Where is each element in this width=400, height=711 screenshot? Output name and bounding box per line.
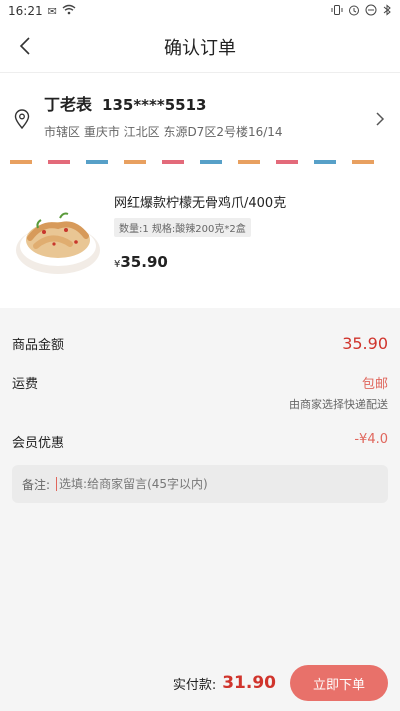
pay-amount: 31.90: [222, 673, 276, 693]
location-pin-icon: [14, 109, 30, 130]
product-spec: 数量:1 规格:酸辣200克*2盒: [114, 218, 251, 237]
address-stripe: [10, 160, 390, 164]
wifi-icon: [62, 4, 76, 18]
pay-label: 实付款:: [172, 677, 217, 693]
product-price: ¥35.90: [114, 253, 386, 271]
notification-icon: ✉: [47, 4, 57, 18]
address-stripe-wrap: [0, 160, 400, 184]
product-card[interactable]: 网红爆款柠檬无骨鸡爪/400克 数量:1 规格:酸辣200克*2盒 ¥35.90: [0, 184, 400, 308]
remark-input[interactable]: [59, 477, 378, 491]
bottom-bar: 实付款: 31.90 立即下单: [0, 655, 400, 711]
product-image: [14, 192, 102, 280]
shipping-label: 运费: [12, 377, 39, 392]
product-price-value: 35.90: [120, 253, 168, 271]
nav-bar: 确认订单: [0, 22, 400, 72]
order-summary: 商品金额 35.90 运费 包邮 由商家选择快递配送 会员优惠 -¥4.0 备注…: [0, 308, 400, 503]
goods-amount-label: 商品金额: [12, 338, 65, 353]
dnd-icon: [365, 4, 377, 19]
alarm-icon: [348, 4, 360, 19]
vibrate-icon: [331, 4, 343, 19]
recipient-name: 丁老表: [44, 95, 93, 114]
submit-order-button[interactable]: 立即下单: [290, 665, 388, 701]
recipient-phone: 135****5513: [102, 96, 207, 114]
product-info: 网红爆款柠檬无骨鸡爪/400克 数量:1 规格:酸辣200克*2盒 ¥35.90: [114, 192, 386, 280]
chevron-left-icon[interactable]: [14, 34, 38, 58]
shipping-note: 由商家选择快递配送: [289, 398, 388, 411]
text-cursor: [56, 477, 58, 491]
goods-amount-value: 35.90: [342, 334, 388, 353]
status-time: 16:21: [8, 4, 43, 18]
status-left: 16:21 ✉: [8, 4, 76, 18]
status-right: [331, 3, 392, 19]
member-discount-label: 会员优惠: [12, 436, 65, 451]
product-title: 网红爆款柠檬无骨鸡爪/400克: [114, 196, 287, 211]
shipping-right: 包邮 由商家选择快递配送: [289, 373, 388, 412]
remark-label: 备注:: [22, 477, 51, 492]
address-detail: 市辖区 重庆市 江北区 东源D7区2号楼16/14: [44, 125, 283, 139]
status-bar: 16:21 ✉: [0, 0, 400, 22]
address-body: 丁老表 135****5513 市辖区 重庆市 江北区 东源D7区2号楼16/1…: [44, 91, 386, 140]
remark-box[interactable]: 备注:: [12, 465, 388, 503]
address-card[interactable]: 丁老表 135****5513 市辖区 重庆市 江北区 东源D7区2号楼16/1…: [0, 72, 400, 160]
member-discount-row: 会员优惠 -¥4.0: [12, 432, 388, 451]
address-top: 丁老表 135****5513: [44, 91, 386, 115]
chevron-right-icon[interactable]: [374, 111, 386, 127]
shipping-row: 运费 包邮 由商家选择快递配送: [12, 373, 388, 412]
shipping-value: 包邮: [361, 377, 388, 392]
goods-amount-row: 商品金额 35.90: [12, 334, 388, 353]
bluetooth-icon: [382, 3, 392, 19]
member-discount-value: -¥4.0: [354, 432, 388, 447]
page-title: 确认订单: [164, 38, 236, 59]
